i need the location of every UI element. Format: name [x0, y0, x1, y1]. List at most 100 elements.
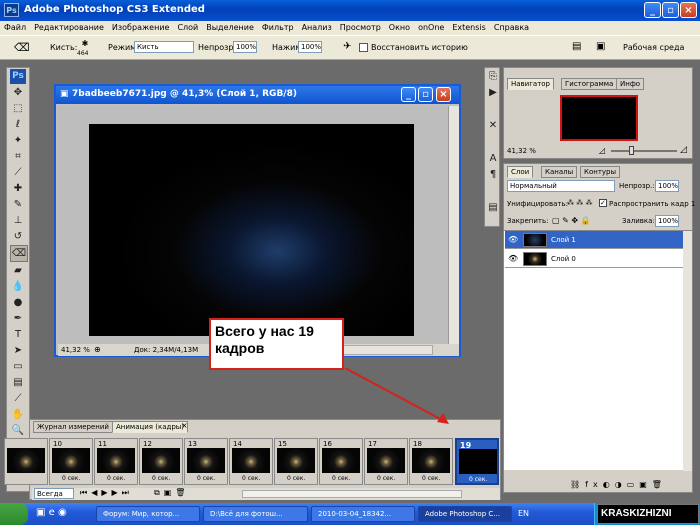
doc-minimize-button[interactable]: _: [401, 87, 416, 102]
workspace-menu[interactable]: Рабочая среда: [623, 43, 684, 52]
lasso-tool-icon[interactable]: ℓ: [10, 117, 26, 132]
doc-maximize-button[interactable]: ▫: [418, 87, 433, 102]
gradient-tool-icon[interactable]: ▰: [10, 263, 26, 278]
menu-help[interactable]: Справка: [490, 21, 533, 32]
zoom-slider[interactable]: [611, 150, 677, 152]
menu-layer[interactable]: Слой: [173, 21, 202, 32]
tab-navigator[interactable]: Навигатор: [507, 78, 554, 90]
view-box[interactable]: [560, 95, 638, 141]
tab-info[interactable]: Инфо: [616, 78, 645, 90]
frame-delay[interactable]: 0 сек.: [377, 475, 395, 482]
history-brush-tool-icon[interactable]: ↺: [10, 229, 26, 244]
navigator-zoom[interactable]: 41,32 %: [507, 147, 536, 155]
doc-close-button[interactable]: ×: [436, 87, 451, 102]
zoom-in-icon[interactable]: ◿: [680, 145, 687, 155]
frame-delay[interactable]: 0 сек.: [62, 475, 80, 482]
start-button[interactable]: [0, 503, 28, 525]
eraser-tool-icon[interactable]: ⌫: [14, 41, 30, 54]
propagate-checkbox[interactable]: ✓: [599, 199, 607, 207]
taskbar-item[interactable]: D:\Всё для фотош...: [203, 506, 308, 522]
status-menu-icon[interactable]: ⊕: [94, 345, 101, 354]
workspace-icon[interactable]: ▣: [596, 41, 605, 52]
palette-well-icon[interactable]: ▤: [572, 41, 581, 52]
brush-preset-icon[interactable]: ✱: [78, 39, 92, 48]
brush-tool-icon[interactable]: ✎: [10, 197, 26, 212]
paragraph-panel-icon[interactable]: ¶: [485, 167, 501, 182]
frame-delay[interactable]: 0 сек.: [107, 475, 125, 482]
maximize-button[interactable]: ▫: [662, 2, 679, 18]
tab-histogram[interactable]: Гистограмма: [561, 78, 618, 90]
animation-frame[interactable]: 12 0 сек.: [139, 438, 183, 485]
frame-delay[interactable]: 0 сек.: [242, 475, 260, 482]
layers-scrollbar[interactable]: [683, 231, 692, 471]
airbrush-icon[interactable]: ✈: [343, 41, 351, 52]
eyedropper2-tool-icon[interactable]: ⟋: [10, 391, 26, 406]
opacity-input[interactable]: 100%: [233, 41, 257, 53]
mode-select[interactable]: Кисть: [134, 41, 194, 53]
eraser-tool-icon[interactable]: ⌫: [10, 245, 28, 262]
frame-delay[interactable]: 0 сек.: [287, 475, 305, 482]
marquee-tool-icon[interactable]: ⬚: [10, 101, 26, 116]
zoom-field[interactable]: 41,32 %: [61, 346, 90, 354]
tab-animation-frames[interactable]: Анимация (кадры): [112, 421, 189, 433]
frame-delay[interactable]: 0 сек.: [152, 475, 170, 482]
animation-frame[interactable]: 15 0 сек.: [274, 438, 318, 485]
zoom-tool-icon[interactable]: 🔍: [10, 423, 26, 438]
dodge-tool-icon[interactable]: ●: [10, 295, 26, 310]
menu-edit[interactable]: Редактирование: [30, 21, 108, 32]
animation-frame[interactable]: [4, 438, 48, 485]
menu-file[interactable]: Файл: [0, 21, 30, 32]
frame-delay[interactable]: 0 сек.: [469, 476, 487, 483]
menu-window[interactable]: Окно: [385, 21, 414, 32]
layer-comps-icon[interactable]: ▤: [485, 200, 501, 215]
visibility-eye-icon[interactable]: 👁: [508, 235, 518, 244]
layer-row[interactable]: 👁 Слой 1: [505, 231, 683, 249]
crop-tool-icon[interactable]: ⌗: [10, 149, 26, 164]
menu-image[interactable]: Изображение: [108, 21, 174, 32]
shape-tool-icon[interactable]: ▭: [10, 359, 26, 374]
blend-mode-select[interactable]: Нормальный: [507, 180, 615, 192]
tab-channels[interactable]: Каналы: [541, 166, 578, 178]
menu-analysis[interactable]: Анализ: [298, 21, 336, 32]
navigator-thumbnail[interactable]: [560, 95, 638, 141]
animation-frame[interactable]: 10 0 сек.: [49, 438, 93, 485]
fill-input[interactable]: 100%: [655, 215, 679, 227]
stamp-tool-icon[interactable]: ⊥: [10, 213, 26, 228]
zoom-slider-thumb[interactable]: [629, 146, 634, 155]
hand-tool-icon[interactable]: ✋: [10, 407, 26, 422]
eyedropper-tool-icon[interactable]: ⟋: [10, 165, 26, 180]
close-button[interactable]: ×: [680, 2, 697, 18]
frame-delay[interactable]: 0 сек.: [197, 475, 215, 482]
taskbar-item[interactable]: 2010-03-04_18342...: [311, 506, 415, 522]
frame-delay[interactable]: 0 сек.: [332, 475, 350, 482]
layer-row[interactable]: 👁 Слой 0: [505, 250, 683, 268]
language-indicator[interactable]: EN: [518, 509, 529, 518]
animation-frame[interactable]: 17 0 сек.: [364, 438, 408, 485]
taskbar-item-active[interactable]: Adobe Photoshop C...: [418, 506, 512, 522]
menu-onone[interactable]: onOne: [414, 21, 448, 32]
vertical-scrollbar[interactable]: [448, 106, 459, 344]
menu-extensis[interactable]: Extensis: [448, 21, 489, 32]
frame-action-icons[interactable]: ⧉▣🗑: [154, 488, 189, 498]
frames-scrollbar[interactable]: [242, 490, 462, 498]
animation-frame-selected[interactable]: 19 0 сек.: [455, 438, 499, 485]
playback-controls[interactable]: ⏮◀▶▶⏭: [80, 488, 133, 498]
visibility-eye-icon[interactable]: 👁: [508, 254, 518, 263]
tab-measurement-log[interactable]: Журнал измерений: [33, 421, 113, 433]
loop-select[interactable]: Всегда: [34, 488, 74, 499]
zoom-out-icon[interactable]: ◿: [599, 146, 605, 155]
layer-opacity-input[interactable]: 100%: [655, 180, 679, 192]
menu-filter[interactable]: Фильтр: [258, 21, 298, 32]
document-image[interactable]: [89, 124, 414, 336]
character-panel-icon[interactable]: A: [485, 151, 501, 166]
canvas-area[interactable]: [58, 106, 448, 344]
pen-tool-icon[interactable]: ✒: [10, 311, 26, 326]
blur-tool-icon[interactable]: 💧: [10, 279, 26, 294]
tools-preset-icon[interactable]: ✕: [485, 118, 501, 133]
taskbar-item[interactable]: Форум: Мир, котор...: [96, 506, 200, 522]
frame-delay[interactable]: 0 сек.: [422, 475, 440, 482]
tab-close-icon[interactable]: ×: [181, 421, 188, 430]
move-tool-icon[interactable]: ✥: [10, 85, 26, 100]
animation-frame[interactable]: 16 0 сек.: [319, 438, 363, 485]
path-select-tool-icon[interactable]: ➤: [10, 343, 26, 358]
